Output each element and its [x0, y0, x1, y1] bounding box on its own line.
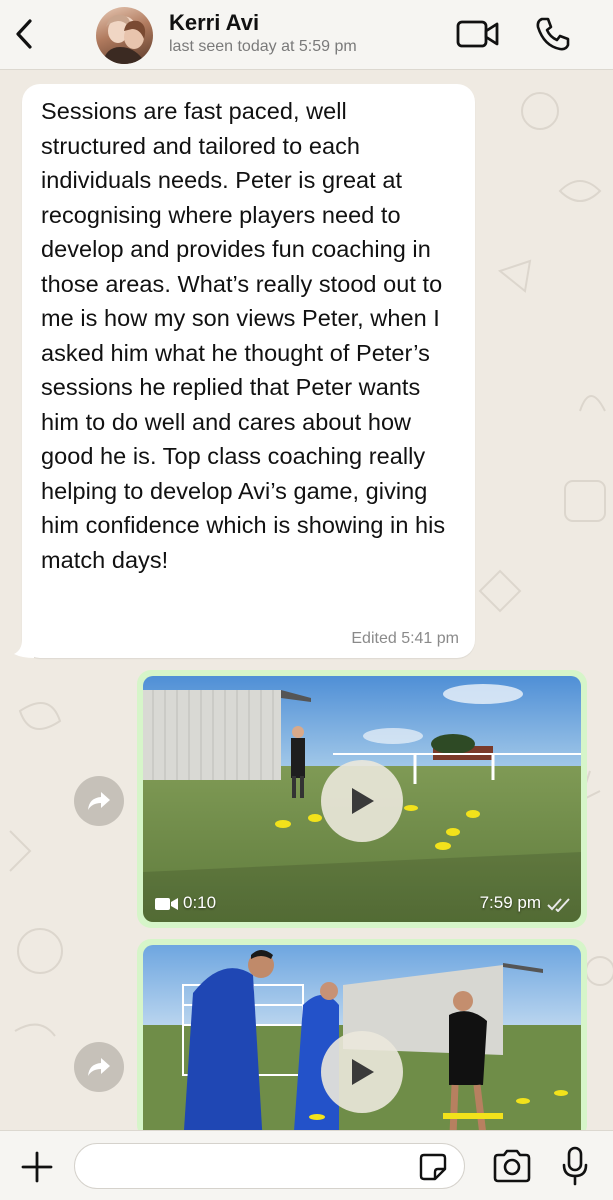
forward-arrow-icon [88, 1058, 110, 1076]
camera-button[interactable] [491, 1148, 533, 1184]
contact-name[interactable]: Kerri Avi [169, 10, 259, 36]
forward-button[interactable] [74, 1042, 124, 1092]
last-seen-status: last seen today at 5:59 pm [169, 38, 357, 55]
microphone-button[interactable] [560, 1145, 590, 1187]
message-input-bar [0, 1130, 613, 1200]
play-button[interactable] [321, 760, 403, 842]
video-camera-icon [456, 20, 499, 48]
double-check-icon [547, 898, 570, 912]
message-edited-time: Edited 5:41 pm [351, 630, 459, 647]
video-call-button[interactable] [455, 16, 501, 52]
video-duration: 0:10 [183, 893, 217, 912]
message-time: 7:59 pm [479, 893, 541, 912]
chat-header: Kerri Avi last seen today at 5:59 pm [0, 0, 613, 70]
microphone-icon [562, 1146, 588, 1186]
sticker-icon [419, 1153, 447, 1181]
forward-arrow-icon [88, 792, 110, 810]
play-icon [352, 1059, 374, 1085]
outgoing-video-bubble[interactable]: 0:10 7:59 pm [137, 670, 587, 928]
camera-icon [493, 1149, 531, 1183]
video-camera-icon [155, 898, 178, 910]
phone-icon [536, 17, 570, 51]
message-text: Sessions are fast paced, well structured… [41, 98, 446, 573]
chat-area[interactable]: Sessions are fast paced, well structured… [0, 71, 613, 1130]
sticker-button[interactable] [418, 1152, 448, 1182]
back-button[interactable] [8, 14, 40, 54]
play-icon [352, 788, 374, 814]
bubble-tail [14, 640, 34, 658]
plus-icon [21, 1151, 53, 1183]
avatar[interactable] [96, 7, 153, 64]
attach-button[interactable] [18, 1148, 56, 1186]
video-thumbnail[interactable]: 0:10 7:59 pm [143, 676, 581, 922]
forward-button[interactable] [74, 776, 124, 826]
play-button[interactable] [321, 1031, 403, 1113]
video-thumbnail[interactable] [143, 945, 581, 1130]
incoming-message-bubble[interactable]: Sessions are fast paced, well structured… [14, 84, 475, 658]
chevron-left-icon [16, 19, 32, 49]
message-input[interactable] [74, 1143, 465, 1189]
voice-call-button[interactable] [533, 14, 573, 54]
outgoing-video-bubble[interactable] [137, 939, 587, 1130]
